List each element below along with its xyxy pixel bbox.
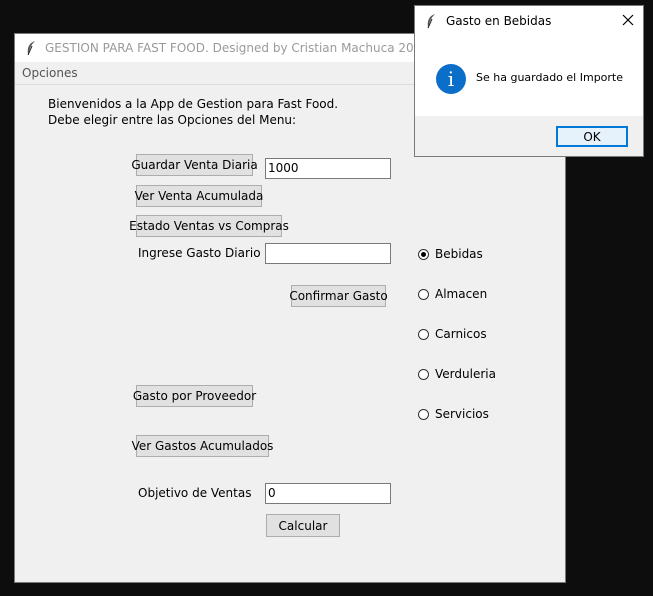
radio-indicator-checked [418, 248, 429, 260]
radio-indicator [418, 368, 429, 380]
close-icon[interactable] [621, 13, 635, 27]
feather-icon [27, 41, 35, 56]
objetivo-ventas-label: Objetivo de Ventas [138, 486, 252, 500]
radio-label: Servicios [435, 407, 489, 421]
gasto-por-proveedor-button[interactable]: Gasto por Proveedor [133, 385, 256, 407]
ok-button[interactable]: OK [556, 126, 628, 147]
main-window-title: GESTION PARA FAST FOOD. Designed by Cris… [45, 41, 429, 55]
welcome-text: Bienvenidos a la App de Gestion para Fas… [48, 96, 338, 128]
radio-label: Bebidas [435, 247, 483, 261]
estado-ventas-button[interactable]: Estado Ventas vs Compras [129, 215, 289, 237]
ver-venta-acumulada-button[interactable]: Ver Venta Acumulada [135, 185, 263, 207]
desktop: { "main_window": { "title": "GESTION PAR… [0, 0, 653, 596]
gasto-diario-label: Ingrese Gasto Diario [138, 246, 261, 260]
welcome-line-1: Bienvenidos a la App de Gestion para Fas… [48, 97, 339, 111]
gasto-diario-input[interactable] [265, 243, 391, 264]
ver-gastos-acumulados-button[interactable]: Ver Gastos Acumulados [132, 435, 273, 457]
radio-label: Verduleria [435, 367, 496, 381]
guardar-venta-diaria-button[interactable]: Guardar Venta Diaria [131, 154, 258, 176]
radio-carnicos[interactable]: Carnicos [418, 327, 487, 341]
radio-almacen[interactable]: Almacen [418, 287, 487, 301]
radio-indicator [418, 328, 429, 340]
dialog-message: Se ha guardado el Importe [476, 71, 624, 84]
dialog-body: i Se ha guardado el Importe [415, 36, 643, 116]
info-icon: i [436, 64, 466, 94]
radio-verduleria[interactable]: Verduleria [418, 367, 496, 381]
radio-bebidas[interactable]: Bebidas [418, 247, 483, 261]
radio-label: Almacen [435, 287, 488, 301]
message-dialog: Gasto en Bebidas i Se ha guardado el Imp… [414, 5, 644, 157]
radio-indicator [418, 408, 429, 420]
radio-indicator [418, 288, 429, 300]
radio-label: Carnicos [435, 327, 487, 341]
feather-icon [427, 14, 435, 29]
dialog-title: Gasto en Bebidas [446, 14, 552, 28]
welcome-line-2: Debe elegir entre las Opciones del Menu: [48, 113, 297, 127]
confirmar-gasto-button[interactable]: Confirmar Gasto [289, 285, 388, 307]
dialog-titlebar[interactable]: Gasto en Bebidas [415, 6, 643, 36]
venta-diaria-input[interactable]: 1000 [265, 158, 391, 179]
menu-opciones[interactable]: Opciones [22, 66, 78, 80]
radio-servicios[interactable]: Servicios [418, 407, 489, 421]
calcular-button[interactable]: Calcular [266, 514, 340, 537]
objetivo-ventas-input[interactable]: 0 [265, 483, 391, 504]
